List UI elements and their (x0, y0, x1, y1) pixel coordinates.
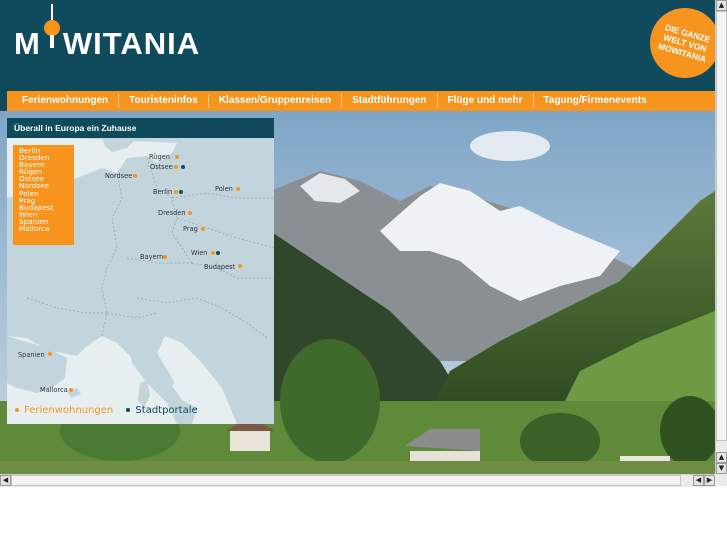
logo-text-left: M (14, 26, 41, 61)
map-label-budapest[interactable]: Budapest (204, 263, 235, 271)
legend-ferienwohnungen-label: Ferienwohnungen (24, 405, 114, 416)
nav-item-tagung[interactable]: Tagung/Firmenevents (532, 94, 657, 108)
page-viewport: M WITANIA DIE GANZE WELT VON MOWITANIA F… (0, 0, 715, 474)
map-label-bayern[interactable]: Bayern (140, 253, 163, 261)
map-label-nordsee[interactable]: Nordsee (105, 172, 132, 180)
blue-dot-icon (126, 408, 131, 412)
nav-item-ferienwohnungen[interactable]: Ferienwohnungen (7, 94, 118, 108)
map-label-polen[interactable]: Polen (215, 185, 233, 193)
scrollbar-corner (715, 474, 727, 486)
vertical-scrollbar[interactable]: ▲ ▲ ▼ (715, 0, 727, 474)
main-nav: Ferienwohnungen Touristeninfos Klassen/G… (7, 91, 715, 111)
map-label-wien[interactable]: Wien (191, 249, 207, 257)
site-logo[interactable]: M WITANIA (14, 4, 201, 64)
europe-map-panel: Überall in Europa ein Zuhause Berlin Dre… (7, 118, 274, 424)
tv-tower-icon (42, 4, 62, 64)
arrow-up-icon[interactable]: ▲ (716, 452, 727, 463)
map-label-ostsee[interactable]: Ostsee (150, 163, 173, 171)
nav-item-klassen-gruppenreisen[interactable]: Klassen/Gruppenreisen (207, 94, 341, 108)
legend-stadtportale[interactable]: Stadtportale (126, 405, 198, 416)
city-link[interactable]: Mallorca (19, 225, 74, 232)
logo-text-right: WITANIA (62, 26, 201, 61)
arrow-down-icon[interactable]: ▼ (716, 463, 727, 474)
vertical-scroll-thumb[interactable] (716, 11, 727, 441)
map-label-berlin[interactable]: Berlin (153, 188, 172, 196)
site-header: M WITANIA DIE GANZE WELT VON MOWITANIA (0, 0, 715, 87)
orange-dot-icon (15, 408, 19, 412)
arrow-up-icon[interactable]: ▲ (716, 0, 727, 11)
map-legend: Ferienwohnungen Stadtportale (15, 405, 198, 416)
map-label-ruegen[interactable]: Rügen (149, 153, 170, 161)
map-label-dresden[interactable]: Dresden (158, 209, 186, 217)
legend-stadtportale-label: Stadtportale (135, 405, 198, 416)
legend-ferienwohnungen[interactable]: Ferienwohnungen (15, 405, 113, 416)
slogan-badge: DIE GANZE WELT VON MOWITANIA (641, 0, 715, 87)
map-label-mallorca[interactable]: Mallorca (40, 386, 68, 394)
nav-item-touristeninfos[interactable]: Touristeninfos (118, 94, 208, 108)
map-title: Überall in Europa ein Zuhause (7, 118, 274, 138)
horizontal-scroll-thumb[interactable] (11, 475, 681, 486)
arrow-right-icon[interactable]: ▶ (704, 475, 715, 486)
arrow-left-icon[interactable]: ◀ (693, 475, 704, 486)
arrow-left-icon[interactable]: ◀ (0, 475, 11, 486)
map-label-spanien[interactable]: Spanien (18, 351, 45, 359)
horizontal-scrollbar[interactable]: ◀ ◀ ▶ (0, 474, 715, 487)
city-list-menu: Berlin Dresden Bayern Rügen Ostsee Nords… (13, 145, 74, 245)
nav-item-fluege[interactable]: Flüge und mehr (436, 94, 533, 108)
nav-item-stadtfuehrungen[interactable]: Stadtführungen (341, 94, 436, 108)
map-label-prag[interactable]: Prag (183, 225, 198, 233)
